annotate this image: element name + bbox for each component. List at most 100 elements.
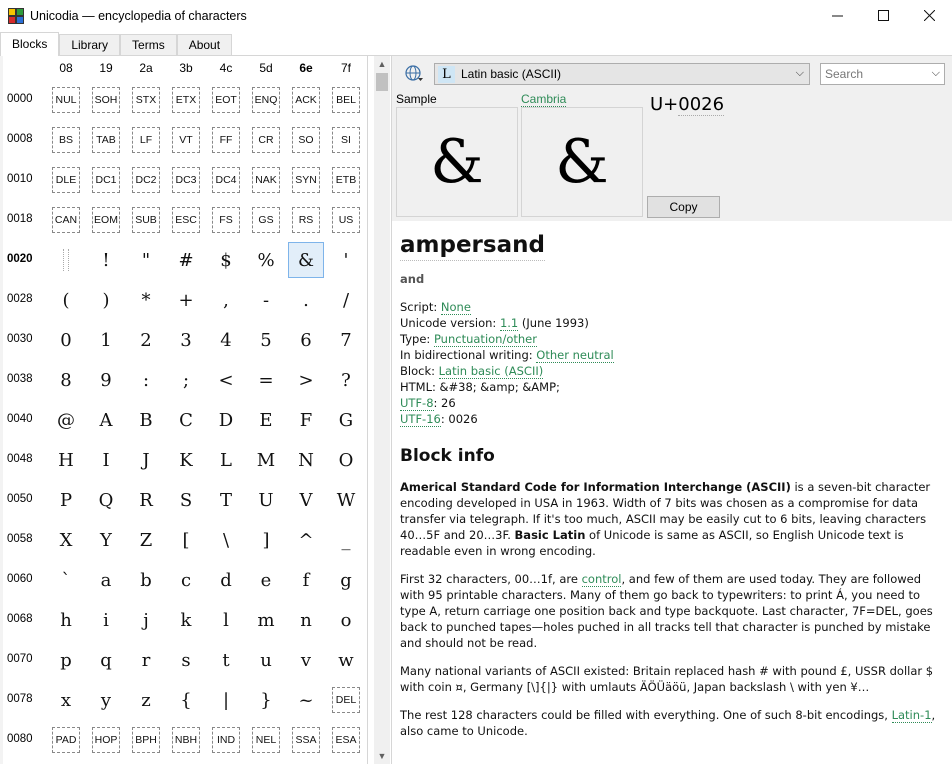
character-cell[interactable]: I — [88, 442, 124, 478]
character-cell[interactable]: STX — [128, 82, 164, 118]
character-cell[interactable]: 3 — [168, 322, 204, 358]
character-cell[interactable]: z — [128, 682, 164, 718]
character-cell[interactable]: TAB — [88, 122, 124, 158]
character-cell[interactable]: US — [328, 202, 364, 238]
character-cell[interactable]: J — [128, 442, 164, 478]
character-cell[interactable]: Z — [128, 522, 164, 558]
character-cell[interactable]: U — [248, 482, 284, 518]
character-cell[interactable]: BPH — [128, 722, 164, 758]
character-cell[interactable]: R — [128, 482, 164, 518]
control-link[interactable]: control — [581, 572, 622, 587]
character-cell[interactable]: x — [48, 682, 84, 718]
character-cell[interactable]: B — [128, 402, 164, 438]
character-cell[interactable]: ) — [88, 282, 124, 318]
character-cell[interactable]: SOH — [88, 82, 124, 118]
character-cell[interactable]: } — [248, 682, 284, 718]
character-cell[interactable]: IND — [208, 722, 244, 758]
character-cell[interactable]: C — [168, 402, 204, 438]
character-cell[interactable] — [48, 242, 84, 278]
character-cell[interactable]: b — [128, 562, 164, 598]
character-cell[interactable]: f — [288, 562, 324, 598]
minimize-button[interactable] — [814, 0, 860, 31]
character-cell[interactable]: ^ — [288, 522, 324, 558]
character-cell[interactable]: | — [208, 682, 244, 718]
bidi-link[interactable]: Other neutral — [536, 348, 614, 363]
character-cell[interactable]: P — [48, 482, 84, 518]
scroll-up-icon[interactable]: ▲ — [374, 56, 390, 72]
character-cell[interactable]: 2 — [128, 322, 164, 358]
character-cell[interactable]: BS — [48, 122, 84, 158]
character-cell[interactable]: RS — [288, 202, 324, 238]
character-cell[interactable]: _ — [328, 522, 364, 558]
character-cell[interactable]: e — [248, 562, 284, 598]
character-cell[interactable]: c — [168, 562, 204, 598]
character-cell[interactable]: t — [208, 642, 244, 678]
character-cell[interactable]: VT — [168, 122, 204, 158]
character-cell[interactable]: NEL — [248, 722, 284, 758]
character-cell[interactable]: ? — [328, 362, 364, 398]
character-cell[interactable]: a — [88, 562, 124, 598]
character-cell[interactable]: i — [88, 602, 124, 638]
tab-blocks[interactable]: Blocks — [0, 32, 60, 56]
character-cell[interactable]: S — [168, 482, 204, 518]
character-cell[interactable]: p — [48, 642, 84, 678]
character-cell[interactable]: EOT — [208, 82, 244, 118]
character-cell[interactable]: ! — [88, 242, 124, 278]
character-cell[interactable]: # — [168, 242, 204, 278]
character-cell[interactable]: SSA — [288, 722, 324, 758]
character-cell[interactable]: j — [128, 602, 164, 638]
character-cell[interactable]: 5 — [248, 322, 284, 358]
character-cell[interactable]: w — [328, 642, 364, 678]
character-cell[interactable]: ACK — [288, 82, 324, 118]
character-cell[interactable]: ` — [48, 562, 84, 598]
character-cell[interactable]: y — [88, 682, 124, 718]
character-cell[interactable]: g — [328, 562, 364, 598]
block-link[interactable]: Latin basic (ASCII) — [438, 364, 544, 379]
character-cell[interactable]: 6 — [288, 322, 324, 358]
character-cell[interactable]: % — [248, 242, 284, 278]
character-cell[interactable]: - — [248, 282, 284, 318]
character-cell[interactable]: * — [128, 282, 164, 318]
character-cell[interactable]: / — [328, 282, 364, 318]
character-cell[interactable]: m — [248, 602, 284, 638]
character-cell[interactable]: : — [128, 362, 164, 398]
character-cell[interactable]: K — [168, 442, 204, 478]
character-cell[interactable]: ] — [248, 522, 284, 558]
character-cell[interactable]: Y — [88, 522, 124, 558]
character-cell[interactable]: ' — [328, 242, 364, 278]
character-cell[interactable]: ; — [168, 362, 204, 398]
character-cell[interactable]: O — [328, 442, 364, 478]
search-input[interactable] — [821, 64, 921, 84]
character-cell[interactable]: E — [248, 402, 284, 438]
character-cell[interactable]: D — [208, 402, 244, 438]
character-cell-selected[interactable]: & — [288, 242, 324, 278]
character-cell[interactable]: FF — [208, 122, 244, 158]
copy-button[interactable]: Copy — [647, 196, 720, 218]
character-cell[interactable]: NAK — [248, 162, 284, 198]
character-cell[interactable]: PAD — [48, 722, 84, 758]
search-dropdown-icon[interactable]: ⌵ — [932, 67, 940, 80]
character-cell[interactable]: DEL — [328, 682, 364, 718]
character-cell[interactable]: DC4 — [208, 162, 244, 198]
block-select[interactable]: L Latin basic (ASCII) ⌵ — [434, 63, 810, 85]
maximize-button[interactable] — [860, 0, 906, 31]
character-cell[interactable]: 8 — [48, 362, 84, 398]
character-cell[interactable]: = — [248, 362, 284, 398]
character-cell[interactable]: Q — [88, 482, 124, 518]
character-cell[interactable]: L — [208, 442, 244, 478]
character-cell[interactable]: o — [328, 602, 364, 638]
character-cell[interactable]: n — [288, 602, 324, 638]
character-cell[interactable]: @ — [48, 402, 84, 438]
character-cell[interactable]: { — [168, 682, 204, 718]
font-link[interactable]: Cambria — [521, 92, 567, 107]
character-cell[interactable]: , — [208, 282, 244, 318]
script-link[interactable]: None — [440, 300, 471, 315]
character-cell[interactable]: EOM — [88, 202, 124, 238]
character-cell[interactable]: \ — [208, 522, 244, 558]
character-cell[interactable]: k — [168, 602, 204, 638]
character-cell[interactable]: F — [288, 402, 324, 438]
character-cell[interactable]: 0 — [48, 322, 84, 358]
character-cell[interactable]: NBH — [168, 722, 204, 758]
character-cell[interactable]: ETB — [328, 162, 364, 198]
character-cell[interactable]: N — [288, 442, 324, 478]
